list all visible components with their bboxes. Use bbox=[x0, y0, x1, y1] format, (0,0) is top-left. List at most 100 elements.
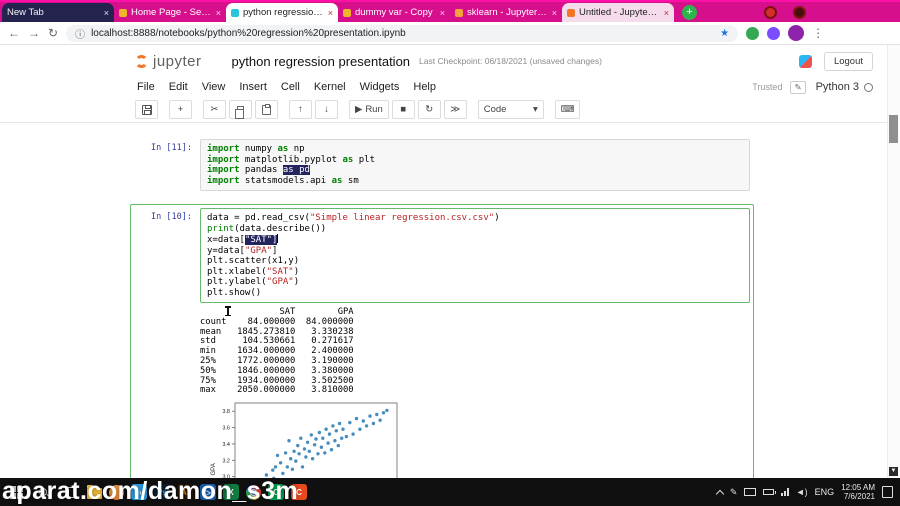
back-icon[interactable]: ← bbox=[8, 27, 20, 39]
menu-file[interactable]: File bbox=[130, 81, 162, 93]
command-palette-button[interactable]: ⌨ bbox=[554, 100, 581, 119]
scatter-point bbox=[302, 447, 307, 451]
logout-button[interactable]: Logout bbox=[823, 51, 873, 71]
code-line: plt.scatter(x1,y) bbox=[207, 256, 300, 266]
run-button[interactable]: ▶ Run bbox=[349, 100, 389, 119]
jupyter-header: jupyter python regression presentation L… bbox=[0, 45, 887, 77]
scatter-point bbox=[281, 471, 285, 476]
extension-icon[interactable] bbox=[767, 26, 781, 40]
scatter-point bbox=[321, 436, 325, 441]
cell-type-dropdown[interactable]: Code ▾ bbox=[477, 100, 544, 119]
scatter-point bbox=[310, 457, 315, 461]
scatter-point bbox=[305, 440, 310, 445]
scatter-point bbox=[336, 444, 340, 448]
pencil-icon[interactable]: ✎ bbox=[790, 80, 806, 94]
clock[interactable]: 12:05 AM 7/6/2021 bbox=[841, 483, 875, 501]
notification-center-icon[interactable] bbox=[882, 486, 893, 498]
tab-dummy-var[interactable]: dummy var - Copy × bbox=[338, 3, 450, 22]
add-cell-button[interactable]: + bbox=[169, 100, 192, 119]
notebook-cell[interactable]: In [11]: import numpy as np import matplot… bbox=[130, 135, 754, 195]
extension-icon[interactable] bbox=[746, 26, 760, 40]
menu-edit[interactable]: Edit bbox=[162, 81, 195, 93]
menu-cell[interactable]: Cell bbox=[274, 81, 307, 93]
page-scrollbar[interactable]: ▼ bbox=[887, 45, 900, 478]
describe-table-output: SAT GPA count 84.000000 84.000000 mean 1… bbox=[200, 307, 354, 396]
notebook-cell[interactable]: In [10]: data = pd.read_csv("Simple linea… bbox=[130, 204, 754, 506]
code-line: import statsmodels.api as sm bbox=[207, 175, 359, 186]
copy-cell-button[interactable] bbox=[229, 100, 252, 119]
scatter-point bbox=[296, 444, 300, 448]
profile-avatar[interactable] bbox=[788, 25, 805, 41]
code-line: plt.show() bbox=[207, 287, 262, 298]
scatter-point bbox=[317, 430, 322, 435]
tab-home-page[interactable]: Home Page - Selec... × bbox=[114, 3, 226, 22]
network-icon[interactable] bbox=[781, 488, 789, 496]
scatter-point bbox=[331, 424, 335, 428]
notebook-title[interactable]: python regression presentation bbox=[232, 54, 411, 69]
video-watermark: aparat.com/damon_s3m bbox=[2, 477, 299, 505]
svg-text:GPA: GPA bbox=[211, 463, 217, 475]
new-tab-button[interactable]: + bbox=[682, 5, 697, 20]
menu-widgets[interactable]: Widgets bbox=[353, 81, 407, 93]
move-up-button[interactable]: ↑ bbox=[289, 100, 312, 119]
language-indicator[interactable]: ENG bbox=[815, 487, 835, 497]
tab-favicon bbox=[567, 8, 575, 17]
scatter-point bbox=[304, 455, 308, 459]
scatter-point bbox=[333, 439, 337, 443]
scatter-point bbox=[319, 445, 324, 450]
restart-run-all-button[interactable]: ≫ bbox=[443, 100, 467, 119]
scatter-point bbox=[289, 457, 293, 461]
record-indicator-icon bbox=[764, 6, 777, 19]
close-icon[interactable]: × bbox=[328, 8, 333, 18]
scatter-point bbox=[292, 449, 296, 454]
cut-cell-button[interactable]: ✂ bbox=[203, 100, 226, 119]
tab-new-tab[interactable]: New Tab × bbox=[2, 3, 114, 22]
close-icon[interactable]: × bbox=[216, 8, 221, 18]
volume-icon[interactable]: ◄) bbox=[796, 487, 808, 497]
stop-button[interactable]: ■ bbox=[391, 100, 415, 119]
pen-icon[interactable]: ✎ bbox=[730, 487, 738, 498]
close-icon[interactable]: × bbox=[552, 8, 557, 18]
code-input[interactable]: data = pd.read_csv("Simple linear regres… bbox=[200, 208, 750, 303]
scatter-point bbox=[300, 465, 305, 469]
jupyter-logo[interactable]: jupyter bbox=[135, 53, 202, 70]
reload-icon[interactable]: ↻ bbox=[48, 27, 58, 39]
scatter-point bbox=[348, 421, 352, 425]
system-tray: ✎ ◄) ENG 12:05 AM 7/6/2021 bbox=[715, 483, 896, 501]
menu-kernel[interactable]: Kernel bbox=[307, 81, 353, 93]
menu-help[interactable]: Help bbox=[406, 81, 443, 93]
menu-insert[interactable]: Insert bbox=[232, 81, 274, 93]
tab-sklearn[interactable]: sklearn - Jupyter N... × bbox=[450, 3, 562, 22]
tab-python-regression[interactable]: python regression... × bbox=[226, 3, 338, 22]
move-down-button[interactable]: ↓ bbox=[315, 100, 338, 119]
code-input[interactable]: import numpy as np import matplotlib.pypl… bbox=[200, 139, 750, 191]
battery-icon[interactable] bbox=[763, 489, 777, 495]
scatter-point bbox=[273, 465, 278, 469]
close-icon[interactable]: × bbox=[104, 8, 109, 18]
save-button[interactable] bbox=[135, 100, 158, 119]
close-icon[interactable]: × bbox=[440, 8, 445, 18]
url-text[interactable]: localhost:8888/notebooks/python%20regres… bbox=[91, 28, 406, 39]
scatter-point bbox=[364, 424, 369, 428]
close-icon[interactable]: × bbox=[664, 8, 669, 18]
tab-favicon bbox=[231, 8, 239, 17]
bookmark-star-icon[interactable]: ★ bbox=[720, 28, 729, 39]
scroll-down-icon[interactable]: ▼ bbox=[889, 467, 898, 476]
scrollbar-thumb[interactable] bbox=[889, 115, 898, 143]
paste-cell-button[interactable] bbox=[255, 100, 278, 119]
code-line: y=data["GPA"] bbox=[207, 245, 278, 256]
display-icon[interactable] bbox=[744, 488, 757, 496]
site-info-icon[interactable]: ⓘ bbox=[75, 26, 85, 41]
forward-icon[interactable]: → bbox=[28, 27, 40, 39]
menu-view[interactable]: View bbox=[195, 81, 233, 93]
scatter-point bbox=[326, 441, 330, 445]
tray-expand-icon[interactable] bbox=[715, 489, 725, 498]
scatter-point bbox=[275, 453, 280, 458]
trusted-badge: Trusted bbox=[752, 82, 783, 92]
tab-untitled[interactable]: Untitled - Jupyter N... × bbox=[562, 3, 674, 22]
address-bar[interactable]: ⓘ localhost:8888/notebooks/python%20regr… bbox=[66, 24, 739, 42]
header-badge-icon bbox=[798, 54, 812, 68]
screen: New Tab × Home Page - Selec... × python … bbox=[0, 0, 900, 506]
browser-menu-icon[interactable]: ⋮ bbox=[812, 26, 824, 40]
restart-kernel-button[interactable]: ↻ bbox=[417, 100, 441, 119]
